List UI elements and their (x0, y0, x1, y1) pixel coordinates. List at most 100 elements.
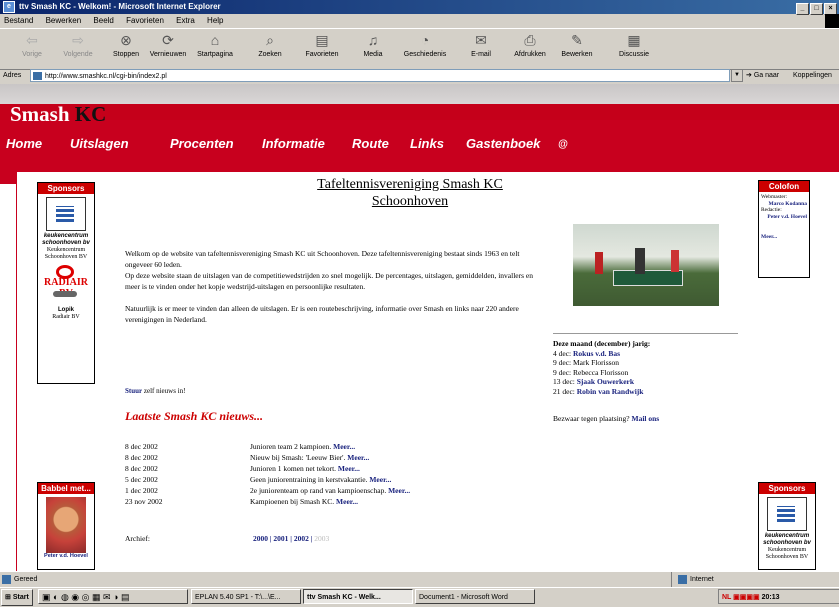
nav-mail-icon[interactable]: @ (558, 139, 568, 150)
keukencentrum-brand: keukencentrum schoonhoven bv (42, 233, 90, 246)
home-icon: ⌂ (210, 32, 220, 48)
forward-arrow-icon: ⇨ (72, 32, 84, 48)
back-button[interactable]: ⇦ Vorige (10, 31, 54, 58)
discuss-icon: ▦ (627, 32, 641, 48)
refresh-button[interactable]: ⟳ Vernieuwen (146, 31, 190, 58)
search-label: Zoeken (258, 51, 282, 58)
intro-p1: Welkom op de website van tafeltennisvere… (125, 249, 520, 269)
birthday-row: 13 dec: Sjaak Ouwerkerk (553, 377, 743, 387)
forward-button[interactable]: ⇨ Volgende (56, 31, 100, 58)
birthday-row: 4 dec: Rokus v.d. Bas (553, 349, 743, 359)
menu-beeld[interactable]: Beeld (93, 16, 113, 25)
birthday-name-link[interactable]: Robin van Randwijk (577, 387, 644, 396)
stop-button[interactable]: ⊗ Stoppen (104, 31, 148, 58)
taskbar-ie[interactable]: ttv Smash KC - Welk... (303, 589, 413, 604)
mail-us-link[interactable]: Mail ons (632, 414, 660, 423)
sponsors-right-box: Sponsors keukencentrum schoonhoven bv Ke… (758, 482, 816, 570)
print-button[interactable]: ⎙ Afdrukken (508, 31, 552, 58)
birthday-name-link[interactable]: Rokus v.d. Bas (573, 349, 620, 358)
nav-links[interactable]: Links (410, 136, 444, 151)
language-indicator[interactable]: NL (722, 594, 731, 601)
links-button[interactable]: Koppelingen (793, 68, 832, 84)
keukencentrum-logo[interactable] (46, 197, 86, 231)
news-item: 8 dec 2002 Nieuw bij Smash: 'Leeuw Bier'.… (125, 452, 565, 463)
site-logo[interactable]: Smash KC (10, 102, 106, 127)
news-more-link[interactable]: Meer... (333, 442, 355, 451)
birthday-date: 9 dec: (553, 367, 572, 377)
globe-icon (678, 574, 687, 584)
news-more-link[interactable]: Meer... (388, 486, 410, 495)
stop-label: Stoppen (112, 51, 140, 58)
radiair-logo[interactable]: RADIAIR BV (43, 265, 89, 299)
archive-year-link[interactable]: 2000 (253, 534, 268, 543)
news-more-link[interactable]: Meer... (369, 475, 391, 484)
menu-bestand[interactable]: Bestand (4, 16, 33, 25)
search-button[interactable]: ⌕ Zoeken (248, 31, 292, 58)
address-bar: Adres http://www.smashkc.nl/cgi-bin/inde… (0, 68, 839, 85)
news-more-link[interactable]: Meer... (336, 497, 358, 506)
news-more-link[interactable]: Meer... (347, 453, 369, 462)
quick-launch[interactable]: ▣ ◐ ◍ ◉ ◎ ▦ ✉ ◑ ▤ (38, 589, 188, 604)
page-title-line2: Schoonhoven (371, 194, 449, 209)
menu-favorieten[interactable]: Favorieten (126, 16, 164, 25)
colofon-header: Colofon (759, 181, 809, 192)
news-more-link[interactable]: Meer... (338, 464, 360, 473)
address-dropdown-button[interactable]: ▼ (731, 69, 743, 82)
address-field[interactable]: http://www.smashkc.nl/cgi-bin/index2.pl (30, 69, 730, 82)
mail-button[interactable]: ✉ E-mail (459, 31, 503, 58)
nav-home[interactable]: Home (6, 136, 42, 151)
colofon-box: Colofon Webmaster: Marco Kodanna Redacti… (758, 180, 810, 278)
radiair-name: Radiair BV (52, 314, 80, 320)
print-icon: ⎙ (524, 32, 536, 48)
menu-extra[interactable]: Extra (176, 16, 195, 25)
submit-news-text: zelf nieuws in! (143, 387, 186, 395)
nav-informatie[interactable]: Informatie (262, 136, 325, 151)
start-button[interactable]: ⊞ Start (1, 589, 33, 606)
media-button[interactable]: ♫ Media (351, 31, 395, 58)
taskbar-eplan[interactable]: EPLAN 5.40 SP1 - T:\...\E... (191, 589, 301, 604)
babbel-box: Babbel met... Peter v.d. Hoevel (37, 482, 95, 570)
nav-route[interactable]: Route (352, 136, 389, 151)
club-photo (573, 224, 719, 306)
taskbar-item-label: Document1 - Microsoft Word (419, 594, 508, 601)
intro-p2: Op deze website staan de uitslagen van d… (125, 271, 533, 291)
intro-text: Welkom op de website van tafeltennisvere… (125, 248, 545, 325)
archive-year-link[interactable]: 2001 (273, 534, 288, 543)
nav-gastenboek[interactable]: Gastenboek (466, 136, 540, 151)
news-text: Geen juniorentraining in kerstvakantie. (250, 475, 368, 484)
archive-year-link[interactable]: 2002 (294, 534, 309, 543)
page-status-icon (2, 574, 11, 584)
edit-button[interactable]: ✎ Bewerken (555, 31, 599, 58)
history-button[interactable]: ◔ Geschiedenis (403, 31, 447, 58)
birthday-date: 21 dec: (553, 386, 575, 396)
nav-uitslagen[interactable]: Uitslagen (70, 136, 129, 151)
nav-procenten[interactable]: Procenten (170, 136, 234, 151)
keukencentrum-logo[interactable] (767, 497, 807, 531)
babbel-name-link[interactable]: Peter v.d. Hoevel (38, 553, 94, 559)
babbel-header: Babbel met... (38, 483, 94, 494)
news-date: 1 dec 2002 (125, 486, 158, 495)
menu-bewerken[interactable]: Bewerken (46, 16, 82, 25)
colofon-more-link[interactable]: Meer... (761, 234, 807, 241)
taskbar-word[interactable]: Document1 - Microsoft Word (415, 589, 535, 604)
redactie-link[interactable]: Peter v.d. Hoevel (761, 214, 807, 221)
home-button[interactable]: ⌂ Startpagina (193, 31, 237, 58)
news-date: 23 nov 2002 (125, 497, 163, 506)
submit-news-link[interactable]: Stuur (125, 387, 142, 395)
archive-row: Archief: 2000 | 2001 | 2002 | 2003 (125, 534, 329, 543)
go-button[interactable]: ➔ Ga naar (746, 68, 779, 84)
favorites-button[interactable]: ▤ Favorieten (300, 31, 344, 58)
discuss-button[interactable]: ▦ Discussie (612, 31, 656, 58)
clock: 20:13 (761, 594, 780, 601)
menu-bar: Bestand Bewerken Beeld Favorieten Extra … (0, 14, 839, 28)
window-titlebar: e ttv Smash KC - Welkom! - Microsoft Inte… (0, 0, 839, 15)
menu-help[interactable]: Help (207, 16, 223, 25)
site-header-top (0, 84, 839, 120)
intro-p3: Natuurlijk is er meer te vinden dan alle… (125, 304, 519, 324)
news-date: 8 dec 2002 (125, 453, 158, 462)
edit-icon: ✎ (571, 32, 583, 48)
person-photo[interactable] (46, 497, 86, 553)
birthday-name-link[interactable]: Sjaak Ouwerkerk (577, 377, 634, 386)
site-nav: Home Uitslagen Procenten Informatie Rout… (0, 136, 839, 158)
colofon-body: Webmaster: Marco Kodanna Redactie: Peter… (759, 192, 809, 243)
